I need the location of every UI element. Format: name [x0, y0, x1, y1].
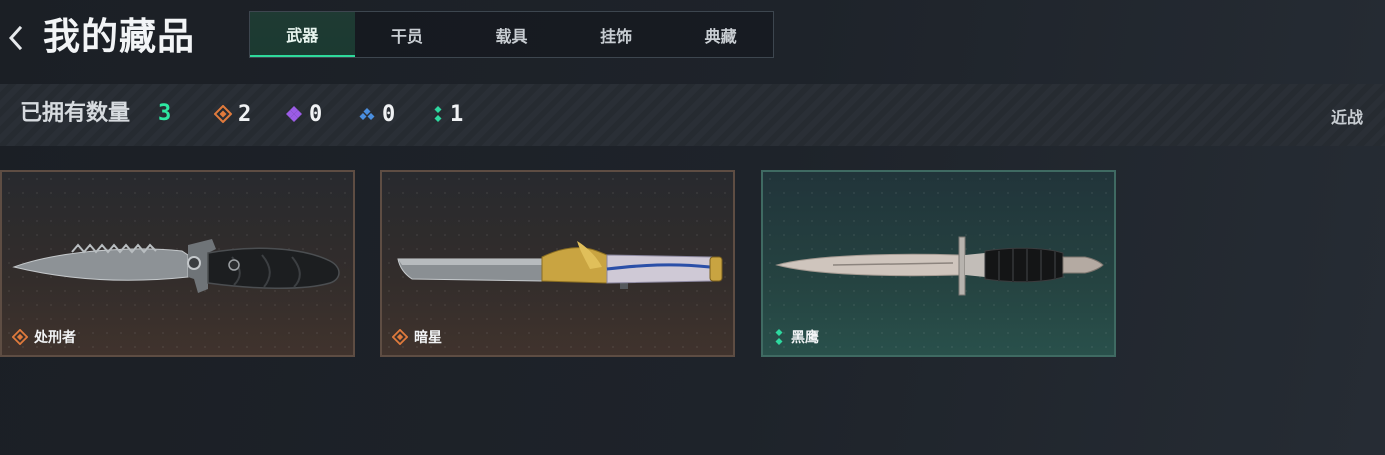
card-footer: 处刑者: [12, 327, 76, 347]
ornate-knife-image: [397, 241, 723, 289]
rarity-stat-blue: 0: [358, 98, 395, 130]
tab-collection[interactable]: 典藏: [668, 12, 773, 57]
card-name: 处刑者: [34, 330, 76, 346]
card-name: 黑鹰: [791, 330, 819, 346]
top-bar: 我的藏品 武器 干员 载具 挂饰 典藏: [0, 0, 1385, 80]
owned-stats-bar: 已拥有数量 3 2 0 0 1 近战: [0, 84, 1385, 146]
orange-diamond-icon: [214, 105, 232, 123]
melee-filter[interactable]: 近战: [1331, 104, 1363, 128]
weapon-card[interactable]: 暗星: [380, 170, 735, 357]
category-tabs: 武器 干员 载具 挂饰 典藏: [249, 11, 774, 58]
back-button[interactable]: [4, 20, 26, 56]
rarity-count-orange: 2: [238, 101, 252, 127]
blue-diamond-icon: [359, 108, 375, 120]
orange-diamond-icon: [12, 329, 28, 345]
page-title: 我的藏品: [43, 15, 195, 58]
rarity-stat-purple: 0: [285, 98, 322, 130]
purple-diamond-icon: [286, 106, 302, 122]
card-name: 暗星: [414, 330, 442, 346]
green-diamond-icon: [434, 106, 442, 122]
rarity-count-green: 1: [450, 101, 464, 127]
bayonet-knife-image: [775, 236, 1104, 296]
owned-count-label: 已拥有数量: [20, 101, 131, 126]
rarity-count-purple: 0: [309, 101, 323, 127]
rarity-stat-green: 1: [432, 98, 463, 130]
card-footer: 黑鹰: [773, 327, 819, 347]
rarity-stat-orange: 2: [214, 98, 251, 130]
green-diamond-icon: [775, 329, 783, 345]
tab-operators[interactable]: 干员: [355, 12, 460, 57]
owned-total: 3: [158, 101, 172, 126]
weapon-card[interactable]: 处刑者: [0, 170, 355, 357]
tab-charms[interactable]: 挂饰: [564, 12, 669, 57]
combat-knife-image: [12, 239, 340, 293]
weapon-card[interactable]: 黑鹰: [761, 170, 1116, 357]
orange-diamond-icon: [392, 329, 408, 345]
chevron-left-icon: [8, 25, 23, 51]
tab-weapons[interactable]: 武器: [250, 12, 355, 57]
card-footer: 暗星: [392, 327, 442, 347]
tab-vehicles[interactable]: 载具: [459, 12, 564, 57]
rarity-count-blue: 0: [382, 101, 396, 127]
